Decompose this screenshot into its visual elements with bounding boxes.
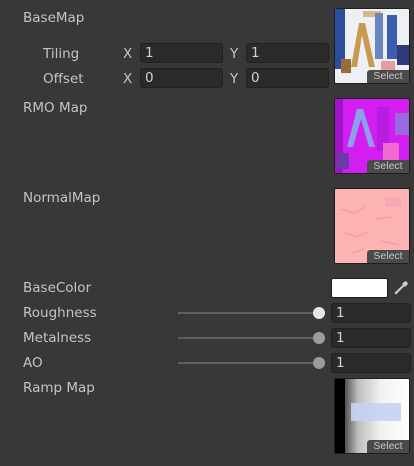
tiling-x-field[interactable]: 1 [140, 43, 223, 63]
metalness-slider-track[interactable] [178, 337, 318, 339]
basemap-texture-slot[interactable]: Select [334, 8, 410, 84]
offset-x-field[interactable]: 0 [140, 68, 223, 88]
roughness-slider-knob[interactable] [313, 307, 325, 319]
offset-y-label[interactable]: Y [230, 70, 238, 88]
ramp-map-select-button[interactable]: Select [367, 440, 409, 453]
tiling-y-field[interactable]: 1 [246, 43, 329, 63]
offset-x-label[interactable]: X [123, 70, 132, 88]
basecolor-swatch[interactable] [331, 278, 388, 298]
roughness-label: Roughness [23, 305, 97, 321]
tiling-x-label[interactable]: X [123, 45, 132, 63]
rmo-map-texture-slot[interactable]: Select [334, 98, 410, 174]
ao-value-field[interactable]: 1 [331, 353, 411, 373]
rmo-map-select-button[interactable]: Select [367, 160, 409, 173]
normal-map-texture-slot[interactable]: Select [334, 188, 410, 264]
offset-y-field[interactable]: 0 [246, 68, 329, 88]
metalness-slider-knob[interactable] [313, 332, 325, 344]
basemap-select-button[interactable]: Select [367, 70, 409, 83]
metalness-value-field[interactable]: 1 [331, 328, 411, 348]
eyedropper-icon[interactable] [391, 278, 411, 298]
roughness-value-field[interactable]: 1 [331, 303, 411, 323]
ao-label: AO [23, 355, 43, 371]
normal-map-select-button[interactable]: Select [367, 250, 409, 263]
basemap-label: BaseMap [23, 10, 85, 26]
rmo-map-label: RMO Map [23, 100, 88, 116]
offset-label: Offset [43, 71, 84, 87]
ao-slider-knob[interactable] [313, 357, 325, 369]
tiling-label: Tiling [43, 46, 80, 62]
tiling-y-label[interactable]: Y [230, 45, 238, 63]
roughness-slider-track[interactable] [178, 312, 318, 314]
basecolor-label: BaseColor [23, 280, 92, 296]
metalness-label: Metalness [23, 330, 92, 346]
ramp-map-label: Ramp Map [23, 380, 95, 396]
ramp-map-texture-slot[interactable]: Select [334, 378, 410, 454]
normal-map-label: NormalMap [23, 190, 101, 206]
ao-slider-track[interactable] [178, 362, 318, 364]
